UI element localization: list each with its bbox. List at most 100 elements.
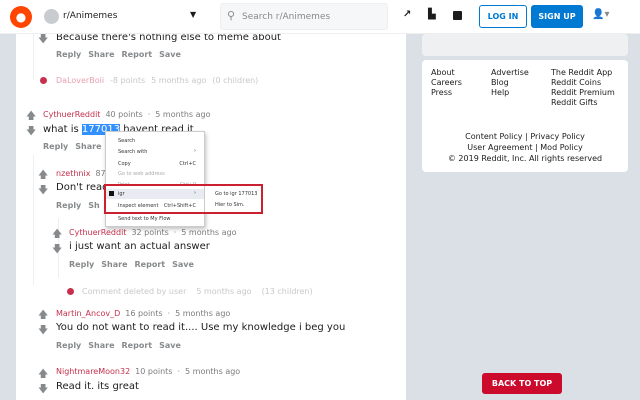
timestamp: 5 months ago	[196, 287, 252, 296]
stats-icon[interactable]: ▙	[428, 9, 436, 20]
comment-text: You do not want to read it.... Use my kn…	[56, 322, 346, 333]
search-placeholder: Search r/Animemes	[242, 12, 331, 22]
footer-link[interactable]: Blog	[491, 78, 529, 87]
save-button[interactable]: Save	[172, 260, 194, 269]
footer-policies: Content Policy | Privacy Policy User Agr…	[422, 131, 628, 164]
username[interactable]: Martin_Ancov_D	[56, 309, 120, 318]
menu-item-go-to-address[interactable]: Go to web address	[118, 171, 165, 177]
report-button[interactable]: Report	[122, 50, 153, 59]
points: 10 points	[135, 367, 173, 376]
search-input[interactable]: ⚲ Search r/Animemes	[220, 3, 388, 30]
reply-button[interactable]: Reply	[56, 50, 81, 59]
children-count: (13 children)	[261, 287, 313, 296]
share-button[interactable]: Share	[75, 142, 101, 151]
back-to-top-button[interactable]: BACK TO TOP	[482, 373, 562, 394]
downvote-icon[interactable]: 🡇	[38, 183, 48, 200]
footer-col-3: The Reddit App Reddit Coins Reddit Premium…	[551, 68, 615, 107]
downvote-icon[interactable]: 🡇	[38, 32, 48, 49]
footer-link[interactable]: Advertise	[491, 68, 529, 77]
share-button[interactable]: Sh	[88, 201, 99, 210]
footer-link[interactable]: The Reddit App	[551, 68, 615, 77]
footer-col-2: Advertise Blog Help	[491, 68, 529, 97]
content-policy-link[interactable]: Content Policy |	[465, 132, 528, 141]
text: what is	[43, 124, 79, 135]
shortcut: Ctrl+C	[179, 161, 196, 167]
save-button[interactable]: Save	[159, 50, 181, 59]
signup-button[interactable]: SIGN UP	[531, 5, 583, 28]
points: -8 points	[110, 76, 146, 85]
footer-link[interactable]: Help	[491, 88, 529, 97]
downvote-icon[interactable]: 🡇	[26, 124, 36, 141]
reddit-logo-icon[interactable]: ●	[10, 6, 32, 28]
top-header: ● r/Animemes ▼ ⚲ Search r/Animemes ↗ ▙ L…	[0, 0, 640, 34]
timestamp: 5 months ago	[185, 367, 241, 376]
footer-link[interactable]: Reddit Premium	[551, 88, 615, 97]
username[interactable]: CythuerReddit	[69, 228, 126, 237]
comment-meta: CythuerReddit 32 points · 5 months ago	[69, 228, 237, 237]
timestamp: 5 months ago	[155, 110, 211, 119]
chevron-down-icon[interactable]: ▼	[190, 10, 196, 19]
collapsed-comment[interactable]: Comment deleted by user 5 months ago (13 c…	[82, 287, 313, 296]
user-agreement-link[interactable]: User Agreement |	[467, 143, 537, 152]
trending-icon[interactable]: ↗	[403, 9, 411, 20]
points: 40 points	[105, 110, 143, 119]
comment-text: i just want an actual answer	[69, 241, 210, 252]
copyright: © 2019 Reddit, Inc. All rights reserved	[447, 154, 603, 163]
user-menu-icon[interactable]: 👤▾	[592, 9, 609, 20]
footer-card: About Careers Press Advertise Blog Help The …	[422, 60, 628, 172]
downvote-icon[interactable]: 🡇	[38, 323, 48, 340]
thread-line	[33, 34, 34, 80]
timestamp: 5 months ago	[181, 228, 237, 237]
deleted-label: Comment deleted by user	[82, 287, 187, 296]
thread-line	[33, 155, 34, 285]
points: 16 points	[125, 309, 163, 318]
comment-meta: CythuerReddit 40 points · 5 months ago	[43, 110, 211, 119]
footer-link[interactable]: Press	[431, 88, 462, 97]
downvote-icon[interactable]: 🡇	[38, 382, 48, 399]
subreddit-avatar	[44, 9, 59, 24]
menu-item-search-with[interactable]: Search with	[118, 149, 147, 155]
report-button[interactable]: Report	[122, 341, 153, 350]
share-button[interactable]: Share	[88, 341, 114, 350]
downvote-icon[interactable]: 🡇	[52, 242, 62, 259]
reply-button[interactable]: Reply	[69, 260, 94, 269]
comment-actions: Reply Share Report Save	[56, 341, 181, 350]
username[interactable]: NightmareMoon32	[56, 367, 130, 376]
comment-actions: Reply Share	[43, 142, 102, 151]
sidebar-placeholder	[422, 34, 628, 56]
footer-link[interactable]: About	[431, 68, 462, 77]
share-button[interactable]: Share	[88, 50, 114, 59]
footer-col-1: About Careers Press	[431, 68, 462, 97]
collapsed-comment-icon[interactable]	[67, 288, 74, 295]
reply-button[interactable]: Reply	[56, 201, 81, 210]
collapsed-comment-icon[interactable]	[40, 77, 47, 84]
timestamp: 5 months ago	[151, 76, 207, 85]
mod-policy-link[interactable]: Mod Policy	[540, 143, 582, 152]
report-button[interactable]: Report	[135, 260, 166, 269]
comment-text: Read it. its great	[56, 381, 139, 392]
username[interactable]: CythuerReddit	[43, 110, 100, 119]
menu-item-copy[interactable]: Copy	[118, 161, 131, 167]
footer-link[interactable]: Careers	[431, 78, 462, 87]
reply-button[interactable]: Reply	[56, 341, 81, 350]
comment-meta: NightmareMoon32 10 points · 5 months ago	[56, 367, 241, 376]
highlight-box	[104, 184, 263, 214]
share-button[interactable]: Share	[101, 260, 127, 269]
login-button[interactable]: LOG IN	[479, 5, 527, 28]
username[interactable]: nzethnix	[56, 169, 90, 178]
footer-link[interactable]: Reddit Gifts	[551, 98, 615, 107]
comment-actions: Reply Sh	[56, 201, 100, 210]
username[interactable]: DaLoverBoii	[56, 76, 104, 85]
footer-link[interactable]: Reddit Coins	[551, 78, 615, 87]
save-button[interactable]: Save	[159, 341, 181, 350]
subreddit-name[interactable]: r/Animemes	[63, 11, 117, 21]
privacy-policy-link[interactable]: Privacy Policy	[530, 132, 585, 141]
children-count: (0 children)	[212, 76, 259, 85]
collapsed-comment[interactable]: DaLoverBoii -8 points 5 months ago (0 child…	[56, 76, 258, 85]
menu-item-send-to-flow[interactable]: Send text to My Flow	[118, 216, 171, 222]
reply-button[interactable]: Reply	[43, 142, 68, 151]
oc-icon[interactable]	[453, 11, 462, 20]
points: 32 points	[131, 228, 169, 237]
menu-item-search[interactable]: Search	[118, 138, 135, 144]
comment-text: Don't read	[56, 182, 109, 193]
